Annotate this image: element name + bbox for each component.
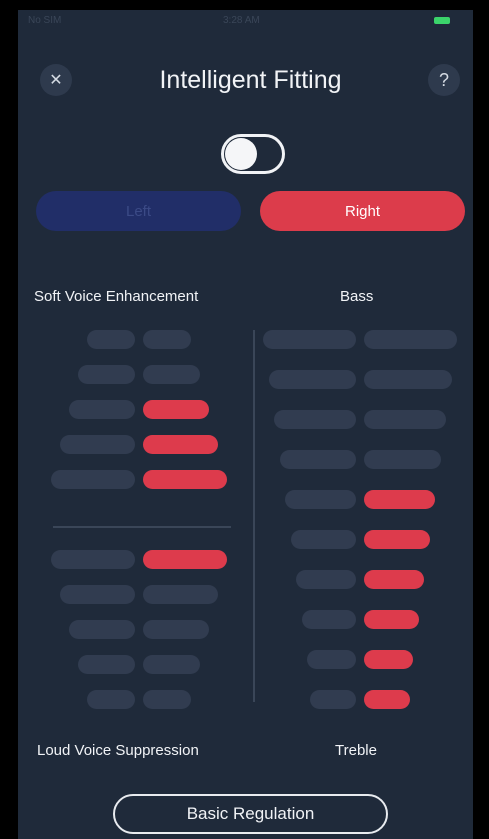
bass-treble-step-right-segment (364, 530, 430, 549)
soft-voice-step-left-segment (69, 400, 135, 419)
loud-voice-step-right-segment (143, 655, 200, 674)
loud-voice-step-right-segment (143, 585, 218, 604)
tab-left-ear[interactable]: Left (36, 191, 241, 231)
loud-voice-step-left-segment (60, 585, 135, 604)
bass-treble-step-right-segment (364, 370, 452, 389)
page-title: Intelligent Fitting (159, 66, 342, 94)
close-icon: ✕ (49, 72, 63, 89)
bass-treble-step-left-segment (310, 690, 356, 709)
soft-voice-step-left-segment (60, 435, 135, 454)
loud-voice-step-right-segment (143, 550, 227, 569)
toggle-knob (225, 138, 257, 170)
bass-treble-step-left-segment (296, 570, 356, 589)
bass-treble-step-left-segment (285, 490, 356, 509)
bass-treble-step-right-segment (364, 410, 446, 429)
soft-voice-step-right-segment (143, 435, 218, 454)
bass-treble-step-right-segment (364, 690, 410, 709)
bass-treble-step-left-segment (263, 330, 356, 349)
soft-voice-label: Soft Voice Enhancement (34, 288, 199, 305)
bass-treble-step-left-segment (274, 410, 356, 429)
loud-voice-step-left-segment (69, 620, 135, 639)
bass-treble-step-right-segment (364, 570, 424, 589)
battery-icon (434, 17, 450, 24)
bass-treble-step-left-segment (290, 530, 356, 549)
loud-voice-step-left-segment (78, 655, 135, 674)
soft-voice-step-right-segment (143, 400, 209, 419)
close-button[interactable]: ✕ (40, 64, 72, 96)
panel-divider (253, 330, 255, 702)
bass-label: Bass (340, 288, 374, 305)
bass-treble-step-right-segment (364, 610, 419, 629)
fitting-toggle[interactable] (221, 134, 285, 174)
carrier-label: No SIM (28, 15, 62, 26)
soft-voice-step-right-segment (143, 470, 227, 489)
soft-voice-step-left-segment (51, 470, 135, 489)
loud-voice-label: Loud Voice Suppression (37, 742, 199, 759)
loud-voice-step-right-segment (143, 690, 191, 709)
basic-regulation-button[interactable]: Basic Regulation (113, 794, 388, 834)
bass-treble-step-right-segment (364, 450, 441, 469)
bass-treble-step-right-segment (364, 330, 457, 349)
help-icon: ? (438, 69, 449, 90)
bass-treble-step-left-segment (268, 370, 356, 389)
loud-voice-step-left-segment (51, 550, 135, 569)
treble-label: Treble (335, 742, 377, 759)
help-button[interactable]: ? (428, 64, 460, 96)
app-screen: No SIM 3:28 AM ✕ Intelligent Fitting ? L… (18, 10, 473, 839)
soft-voice-step-left-segment (78, 365, 135, 384)
bass-treble-step-left-segment (301, 610, 356, 629)
bass-treble-step-left-segment (307, 650, 356, 669)
left-scale-divider (53, 526, 231, 528)
bass-treble-step-right-segment (364, 490, 435, 509)
status-bar: No SIM 3:28 AM (18, 10, 473, 32)
soft-voice-step-right-segment (143, 330, 191, 349)
bass-treble-step-left-segment (279, 450, 356, 469)
soft-voice-step-right-segment (143, 365, 200, 384)
bass-treble-step-right-segment (364, 650, 413, 669)
clock: 3:28 AM (223, 15, 260, 26)
loud-voice-step-left-segment (87, 690, 135, 709)
loud-voice-step-right-segment (143, 620, 209, 639)
tab-right-ear[interactable]: Right (260, 191, 465, 231)
soft-voice-step-left-segment (87, 330, 135, 349)
